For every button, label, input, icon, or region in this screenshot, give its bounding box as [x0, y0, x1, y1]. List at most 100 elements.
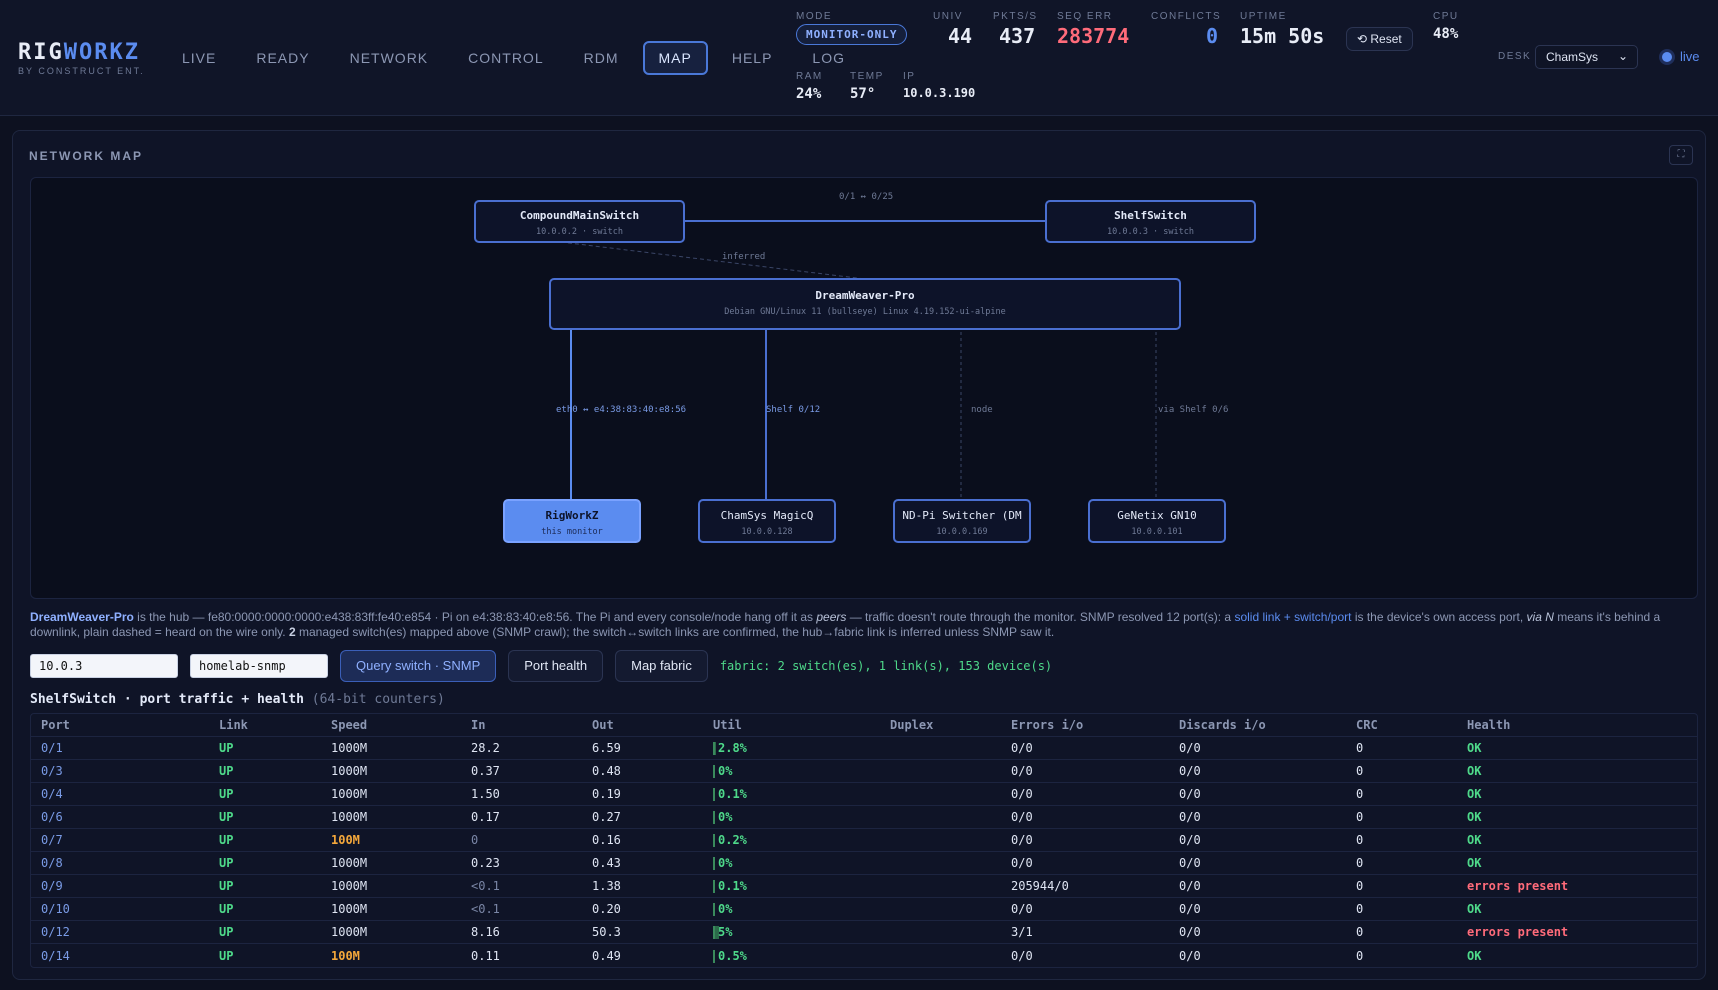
- nav-map[interactable]: MAP: [642, 41, 708, 75]
- node-title: GeNetix GN10: [1117, 509, 1197, 522]
- cell-port[interactable]: 0/8: [31, 856, 209, 870]
- cell-link: UP: [219, 856, 234, 870]
- switch-host-input[interactable]: 10.0.3: [30, 654, 178, 678]
- edge-label-via-shelf: via Shelf 0/6: [1158, 405, 1229, 415]
- table-row[interactable]: 0/10 UP 1000M <0.1 0.20 0% 0/0 0/0 0 OK: [31, 898, 1697, 921]
- live-indicator: live: [1662, 49, 1700, 64]
- cell-discards: 0/0: [1179, 948, 1201, 963]
- cell-port[interactable]: 0/14: [31, 949, 209, 963]
- table-title-note: (64-bit counters): [311, 692, 445, 707]
- stat-temp: TEMP 57°: [850, 71, 884, 102]
- cell-errors: 0/0: [1011, 787, 1033, 801]
- cell-discards: 0/0: [1179, 879, 1201, 893]
- table-row[interactable]: 0/8 UP 1000M 0.23 0.43 0% 0/0 0/0 0 OK: [31, 852, 1697, 875]
- table-row[interactable]: 0/12 UP 1000M 8.16 50.3 5% 3/1 0/0 0 errors prese…: [31, 921, 1697, 944]
- cell-link: UP: [219, 948, 234, 963]
- util-text: 5%: [718, 925, 733, 939]
- cell-port[interactable]: 0/10: [31, 902, 209, 916]
- live-label: live: [1680, 49, 1700, 64]
- cell-crc: 0: [1356, 764, 1364, 778]
- cell-port[interactable]: 0/9: [31, 879, 209, 893]
- util-text: 0.1%: [718, 879, 747, 893]
- edge-label-inferred: inferred: [722, 252, 766, 262]
- nav-log[interactable]: LOG: [796, 41, 861, 75]
- node-subtitle: 10.0.0.3 · switch: [1107, 227, 1194, 237]
- desk-select[interactable]: ChamSys ⌄: [1535, 45, 1638, 69]
- table-body: 0/1 UP 1000M 28.2 6.59 2.8% 0/0 0/0 0 OK 0/3 UP 1000…: [31, 737, 1697, 967]
- cell-speed: 1000M: [331, 902, 368, 916]
- cell-health: OK: [1467, 856, 1482, 870]
- expand-icon[interactable]: ⛶: [1669, 145, 1693, 165]
- cell-link: UP: [219, 787, 234, 801]
- col-errors: Errors i/o: [1011, 718, 1084, 732]
- cell-errors: 0/0: [1011, 948, 1033, 963]
- cell-errors: 0/0: [1011, 856, 1033, 870]
- util-bar: [713, 742, 716, 755]
- table-row[interactable]: 0/6 UP 1000M 0.17 0.27 0% 0/0 0/0 0 OK: [31, 806, 1697, 829]
- stat-mode: MODE MONITOR-ONLY: [796, 11, 908, 45]
- cell-speed: 1000M: [331, 810, 368, 824]
- table-row[interactable]: 0/9 UP 1000M <0.1 1.38 0.1% 205944/0 0/0 0 errors…: [31, 875, 1697, 898]
- cell-crc: 0: [1356, 741, 1364, 755]
- map-fabric-button[interactable]: Map fabric: [615, 650, 708, 682]
- col-out: Out: [592, 718, 614, 732]
- explain-text-2: — traffic doesn't route through the moni…: [846, 610, 1235, 624]
- col-link: Link: [219, 718, 248, 732]
- table-row[interactable]: 0/1 UP 1000M 28.2 6.59 2.8% 0/0 0/0 0 OK: [31, 737, 1697, 760]
- node-shelf-switch[interactable]: ShelfSwitch 10.0.0.3 · switch: [1045, 200, 1256, 243]
- cell-health: OK: [1467, 833, 1482, 847]
- table-row[interactable]: 0/14 UP 100M 0.11 0.49 0.5% 0/0 0/0 0 OK: [31, 944, 1697, 967]
- cell-crc: 0: [1356, 925, 1364, 939]
- cell-port[interactable]: 0/3: [31, 764, 209, 778]
- node-title: RigWorkZ: [545, 509, 599, 522]
- reset-button[interactable]: ⟲ Reset: [1346, 27, 1413, 51]
- cell-out: 0.49: [592, 948, 621, 963]
- util-text: 0.2%: [718, 833, 747, 847]
- node-rigworkz[interactable]: RigWorkZ this monitor: [503, 499, 641, 543]
- node-hub[interactable]: DreamWeaver-Pro Debian GNU/Linux 11 (bul…: [549, 278, 1181, 330]
- stat-uptime-value: 15m 50s: [1240, 24, 1325, 48]
- brand-name-a: RIG: [18, 40, 64, 65]
- cell-port[interactable]: 0/4: [31, 787, 209, 801]
- table-row[interactable]: 0/7 UP 100M 0 0.16 0.2% 0/0 0/0 0 OK: [31, 829, 1697, 852]
- cell-port[interactable]: 0/12: [31, 925, 209, 939]
- node-compound-main-switch[interactable]: CompoundMainSwitch 10.0.0.2 · switch: [474, 200, 685, 243]
- snmp-community-input[interactable]: homelab-snmp: [190, 654, 328, 678]
- nav-help[interactable]: HELP: [716, 41, 789, 75]
- cell-port[interactable]: 0/1: [31, 741, 209, 755]
- util-bar: [713, 834, 715, 847]
- node-subtitle: 10.0.0.2 · switch: [536, 227, 623, 237]
- table-row[interactable]: 0/4 UP 1000M 1.50 0.19 0.1% 0/0 0/0 0 OK: [31, 783, 1697, 806]
- port-health-button[interactable]: Port health: [508, 650, 604, 682]
- cell-out: 6.59: [592, 741, 621, 755]
- nav-ready[interactable]: READY: [240, 41, 325, 75]
- desk-label: DESK: [1498, 51, 1532, 62]
- mode-badge: MONITOR-ONLY: [796, 24, 908, 45]
- cell-in: 0.37: [471, 764, 500, 778]
- util-bar: [713, 788, 715, 801]
- node-title: ChamSys MagicQ: [720, 509, 814, 522]
- node-nd-pi-switcher[interactable]: ND-Pi Switcher (DM 10.0.0.169: [893, 499, 1031, 543]
- nav-control[interactable]: CONTROL: [452, 41, 559, 75]
- cell-port[interactable]: 0/6: [31, 810, 209, 824]
- brand-name: RIGWORKZ: [18, 40, 145, 65]
- nav-rdm[interactable]: RDM: [568, 41, 635, 75]
- util-bar: [713, 765, 715, 778]
- cell-crc: 0: [1356, 948, 1364, 963]
- cell-discards: 0/0: [1179, 810, 1201, 824]
- edge-label-switch-link: 0/1 ↔ 0/25: [839, 192, 894, 202]
- col-duplex: Duplex: [890, 718, 934, 732]
- nav-live[interactable]: LIVE: [166, 41, 232, 75]
- cell-discards: 0/0: [1179, 902, 1201, 916]
- cell-health: OK: [1467, 902, 1482, 916]
- query-switch-button[interactable]: Query switch · SNMP: [340, 650, 497, 682]
- cell-port[interactable]: 0/7: [31, 833, 209, 847]
- node-chamsys[interactable]: ChamSys MagicQ 10.0.0.128: [698, 499, 836, 543]
- main-nav: LIVE READY NETWORK CONTROL RDM MAP HELP …: [166, 41, 869, 75]
- cell-link: UP: [219, 810, 234, 824]
- table-row[interactable]: 0/3 UP 1000M 0.37 0.48 0% 0/0 0/0 0 OK: [31, 760, 1697, 783]
- brand-name-b: WORKZ: [63, 40, 140, 65]
- node-genetix[interactable]: GeNetix GN10 10.0.0.101: [1088, 499, 1226, 543]
- nav-network[interactable]: NETWORK: [334, 41, 445, 75]
- brand-subtitle: BY CONSTRUCT ENT.: [18, 66, 145, 76]
